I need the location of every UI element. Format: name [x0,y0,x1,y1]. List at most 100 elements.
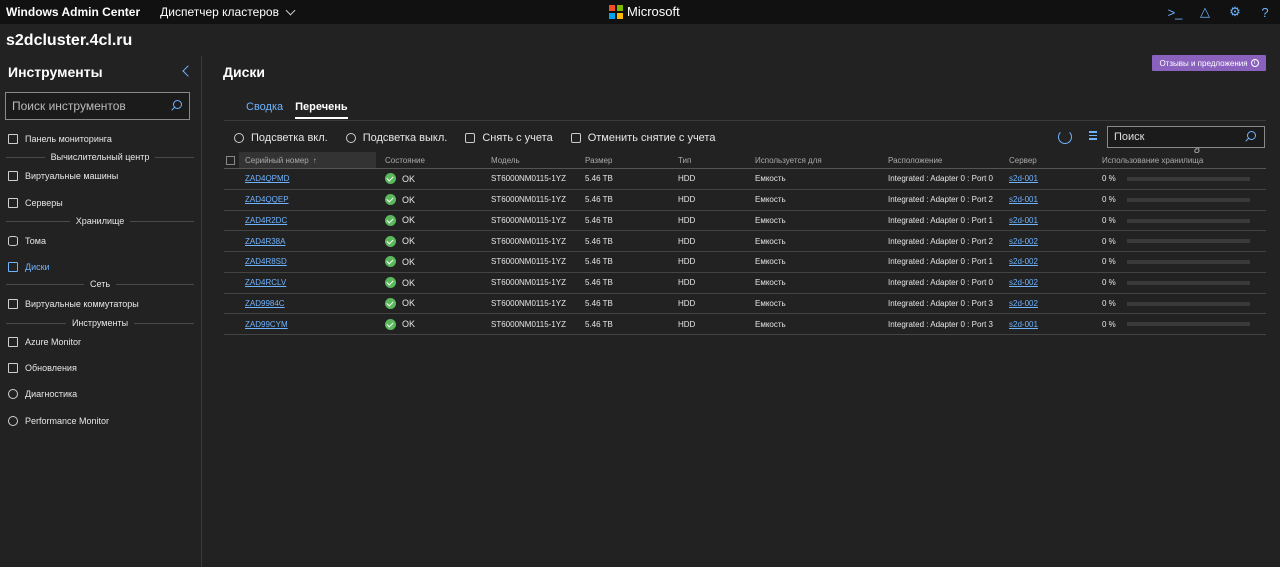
retire-button[interactable]: Снять с учета [465,132,553,144]
tab-inventory[interactable]: Перечень [295,101,348,119]
server-link[interactable]: s2d-001 [1009,314,1038,334]
server-link[interactable]: s2d-001 [1009,190,1038,210]
list-search-box [1107,126,1265,148]
server-link[interactable]: s2d-002 [1009,273,1038,293]
model-cell: ST6000NM0115-1YZ [491,236,566,246]
help-icon[interactable]: ? [1250,0,1280,24]
column-header-status[interactable]: Состояние [385,152,425,168]
column-header-type[interactable]: Тип [678,152,691,168]
category-label: Сеть [89,279,111,289]
sort-up-icon: ↑ [312,155,317,165]
server-link[interactable]: s2d-001 [1009,169,1038,189]
gear-icon[interactable]: ⚙ [1220,0,1250,24]
app-menu-dropdown[interactable]: Диспетчер кластеров [160,5,296,19]
status-cell: OK [385,169,415,189]
serial-link[interactable]: ZAD99CYM [245,314,288,334]
sidebar-item-servers[interactable]: Серверы [0,192,200,214]
sidebar-item-virtual-switches[interactable]: Виртуальные коммутаторы [0,293,200,315]
type-cell: HDD [678,298,696,308]
table-row[interactable]: ZAD4QQEP OK ST6000NM0115-1YZ 5.46 TB HDD Емко… [224,190,1266,211]
feedback-button[interactable]: Отзывы и предложения i [1152,55,1266,71]
unretire-button[interactable]: Отменить снятие с учета [570,132,716,144]
used-for-cell: Емкость [755,215,786,225]
search-icon[interactable] [1244,131,1256,143]
check-circle-icon [385,277,396,289]
column-header-location[interactable]: Расположение [888,152,942,168]
server-link[interactable]: s2d-002 [1009,252,1038,272]
check-circle-icon [385,256,396,268]
sidebar-item-azure-monitor[interactable]: Azure Monitor [0,331,200,353]
checkbox-icon [226,155,235,165]
sidebar-item-label: Виртуальные коммутаторы [25,299,139,309]
sidebar-item-performance-monitor[interactable]: Performance Monitor [0,410,200,432]
collapse-sidebar-button[interactable] [180,65,194,78]
sidebar-item-dashboard[interactable]: Панель мониторинга [0,128,200,150]
storage-usage-text: 0 % [1102,195,1116,205]
sidebar-item-disks[interactable]: Диски [0,256,200,278]
dashboard-icon [8,134,18,144]
column-header-used-for[interactable]: Используется для [755,152,822,168]
column-header-storage-usage[interactable]: Использование хранилища [1102,152,1203,168]
column-header-serial[interactable]: Серийный номер ↑ [239,152,376,168]
unretire-label: Отменить снятие с учета [587,132,716,144]
sidebar-item-volumes[interactable]: Тома [0,230,200,252]
table-row[interactable]: ZAD4R2DC OK ST6000NM0115-1YZ 5.46 TB HDD Емко… [224,211,1266,232]
size-cell: 5.46 TB [585,236,613,246]
type-cell: HDD [678,278,696,288]
status-cell: OK [385,211,415,231]
column-settings-icon[interactable] [1085,131,1097,143]
sidebar-item-updates[interactable]: Обновления [0,357,200,379]
retire-label: Снять с учета [482,132,553,144]
serial-link[interactable]: ZAD4QQEP [245,190,289,210]
column-header-model[interactable]: Модель [491,152,520,168]
check-circle-icon [385,173,396,185]
serial-link[interactable]: ZAD4QPMD [245,169,289,189]
light-off-button[interactable]: Подсветка выкл. [345,132,447,144]
toolbar: Подсветка вкл. Подсветка выкл. Снять с у… [224,124,1266,156]
used-for-cell: Емкость [755,319,786,329]
search-icon[interactable] [170,100,182,112]
unretire-icon [570,133,581,143]
sidebar: Инструменты Панель мониторинга Вычислите… [0,56,202,567]
list-search-input[interactable] [1108,131,1240,143]
table-row[interactable]: ZAD99CYM OK ST6000NM0115-1YZ 5.46 TB HDD Емко… [224,314,1266,335]
sidebar-category-network: Сеть [0,278,200,290]
azure-monitor-icon [8,337,18,347]
table-row[interactable]: ZAD4QPMD OK ST6000NM0115-1YZ 5.46 TB HDD Емко… [224,169,1266,190]
serial-link[interactable]: ZAD4R38A [245,231,285,251]
tab-summary[interactable]: Сводка [246,101,283,119]
sidebar-item-label: Диски [25,262,50,272]
tool-search-input[interactable] [6,99,166,113]
sidebar-item-diagnostics[interactable]: Диагностика [0,383,200,405]
serial-link[interactable]: ZAD9984C [245,294,285,314]
status-text: OK [402,194,416,205]
table-row[interactable]: ZAD4R8SD OK ST6000NM0115-1YZ 5.46 TB HDD Емко… [224,252,1266,273]
powershell-icon[interactable]: >_ [1160,0,1190,24]
sidebar-category-tools: Инструменты [0,317,200,329]
app-title[interactable]: Windows Admin Center [0,5,140,19]
serial-link[interactable]: ZAD4R8SD [245,252,287,272]
bell-icon[interactable]: △ [1190,0,1220,24]
size-cell: 5.46 TB [585,319,613,329]
lightbulb-off-icon [345,133,356,143]
table-row[interactable]: ZAD4RCLV OK ST6000NM0115-1YZ 5.46 TB HDD Емко… [224,273,1266,294]
refresh-icon[interactable] [1058,130,1072,144]
storage-usage-text: 0 % [1102,174,1116,184]
used-for-cell: Емкость [755,298,786,308]
server-link[interactable]: s2d-001 [1009,211,1038,231]
switch-icon [8,299,18,309]
table-row[interactable]: ZAD9984C OK ST6000NM0115-1YZ 5.46 TB HDD Емко… [224,294,1266,315]
column-header-size[interactable]: Размер [585,152,613,168]
serial-link[interactable]: ZAD4R2DC [245,211,287,231]
location-cell: Integrated : Adapter 0 : Port 3 [888,298,993,308]
model-cell: ST6000NM0115-1YZ [491,278,566,288]
light-on-button[interactable]: Подсветка вкл. [234,132,328,144]
serial-link[interactable]: ZAD4RCLV [245,273,286,293]
server-link[interactable]: s2d-002 [1009,231,1038,251]
server-link[interactable]: s2d-002 [1009,294,1038,314]
table-row[interactable]: ZAD4R38A OK ST6000NM0115-1YZ 5.46 TB HDD Емко… [224,231,1266,252]
column-header-server[interactable]: Сервер [1009,152,1037,168]
select-all-checkbox[interactable] [226,152,235,168]
storage-usage-text: 0 % [1102,236,1116,246]
sidebar-item-virtual-machines[interactable]: Виртуальные машины [0,165,200,187]
